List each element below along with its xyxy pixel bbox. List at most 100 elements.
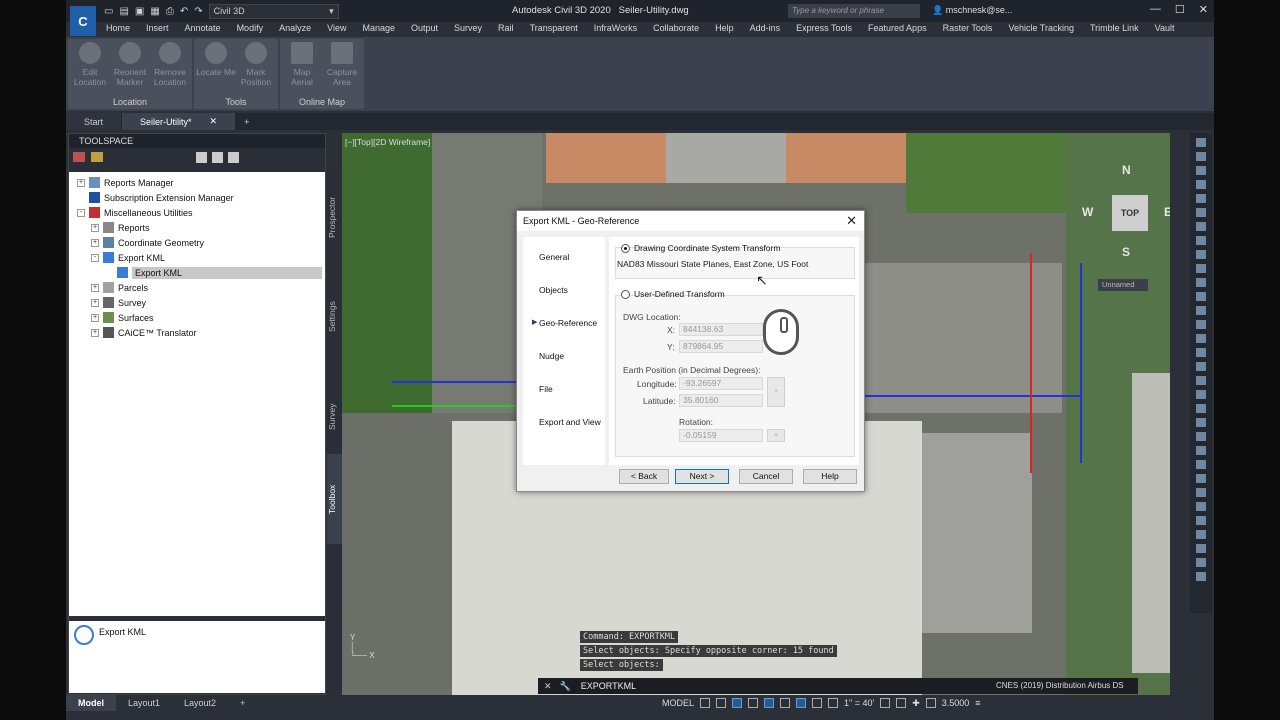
model-space-toggle[interactable]: MODEL: [662, 698, 694, 708]
toolspace-option-icon[interactable]: [196, 151, 207, 163]
nav-export-and-view[interactable]: Export and View: [539, 417, 601, 427]
ribbon-tab-survey[interactable]: Survey: [446, 22, 490, 36]
mark-position-button[interactable]: Mark Position: [236, 42, 276, 87]
customize-icon[interactable]: 🔧: [560, 681, 571, 692]
palette-tool-icon[interactable]: [1196, 250, 1206, 259]
remove-location-button[interactable]: Remove Location: [150, 42, 190, 87]
ribbon-tab-express-tools[interactable]: Express Tools: [788, 22, 860, 36]
pick-rotation-button[interactable]: +: [767, 429, 785, 442]
ribbon-tab-trimble-link[interactable]: Trimble Link: [1082, 22, 1147, 36]
ribbon-tab-featured-apps[interactable]: Featured Apps: [860, 22, 935, 36]
expand-icon[interactable]: +: [91, 313, 99, 322]
ribbon-tab-vehicle-tracking[interactable]: Vehicle Tracking: [1000, 22, 1082, 36]
locate-me-button[interactable]: Locate Me: [196, 42, 236, 87]
palette-tool-icon[interactable]: [1196, 208, 1206, 217]
tree-item[interactable]: + Coordinate Geometry: [69, 235, 325, 250]
palette-tool-icon[interactable]: [1196, 516, 1206, 525]
ribbon-tab-modify[interactable]: Modify: [229, 22, 272, 36]
palette-tool-icon[interactable]: [1196, 376, 1206, 385]
ribbon-tab-home[interactable]: Home: [98, 22, 138, 36]
nav-general[interactable]: General: [539, 252, 569, 262]
snap-icon[interactable]: [716, 698, 727, 708]
user-account[interactable]: 👤 mschnesk@se...: [932, 5, 1012, 16]
viewport-controls[interactable]: [−][Top][2D Wireframe]: [345, 137, 430, 147]
lineweight-icon[interactable]: [796, 698, 807, 708]
palette-tool-icon[interactable]: [1196, 432, 1206, 441]
expand-icon[interactable]: +: [91, 238, 99, 247]
help-button[interactable]: Help: [803, 469, 857, 484]
ribbon-tab-infraworks[interactable]: InfraWorks: [586, 22, 645, 36]
compass-south[interactable]: S: [1122, 245, 1130, 259]
new-tab-button[interactable]: +: [236, 113, 257, 130]
settings-icon[interactable]: [896, 698, 907, 708]
side-tab-survey[interactable]: Survey: [327, 372, 343, 462]
nav-file[interactable]: File: [539, 384, 553, 394]
toolspace-edit-icon[interactable]: [91, 152, 103, 162]
palette-tool-icon[interactable]: [1196, 558, 1206, 567]
palette-tool-icon[interactable]: [1196, 320, 1206, 329]
save-icon[interactable]: ▣: [135, 6, 144, 17]
cancel-button[interactable]: Cancel: [739, 469, 793, 484]
ribbon-tab-vault[interactable]: Vault: [1147, 22, 1183, 36]
nav-geo-reference[interactable]: Geo-Reference: [532, 318, 597, 328]
tab-start[interactable]: Start: [66, 113, 122, 130]
add-layout-button[interactable]: +: [228, 695, 257, 711]
transparency-icon[interactable]: [812, 698, 823, 708]
expand-icon[interactable]: +: [91, 283, 99, 292]
otrack-icon[interactable]: [780, 698, 791, 708]
viewcube-top[interactable]: TOP: [1112, 195, 1148, 231]
viewcube[interactable]: N W E S TOP: [1082, 163, 1172, 259]
expand-icon[interactable]: +: [91, 328, 99, 337]
palette-tool-icon[interactable]: [1196, 404, 1206, 413]
edit-location-button[interactable]: Edit Location: [70, 42, 110, 87]
palette-tool-icon[interactable]: [1196, 222, 1206, 231]
expand-icon[interactable]: +: [91, 298, 99, 307]
tree-item[interactable]: Export KML: [69, 265, 325, 280]
palette-tool-icon[interactable]: [1196, 334, 1206, 343]
ribbon-tab-add-ins[interactable]: Add-ins: [742, 22, 789, 36]
palette-tool-icon[interactable]: [1196, 362, 1206, 371]
close-tab-icon[interactable]: ✕: [210, 116, 218, 127]
dwg-x-field[interactable]: 844138.63: [679, 323, 763, 336]
tree-item[interactable]: - Miscellaneous Utilities: [69, 205, 325, 220]
compass-west[interactable]: W: [1082, 205, 1093, 219]
nav-nudge[interactable]: Nudge: [539, 351, 564, 361]
elevation-value[interactable]: 3.5000: [942, 698, 970, 708]
reorient-marker-button[interactable]: Reorient Marker: [110, 42, 150, 87]
longitude-field[interactable]: -93.26597: [679, 377, 763, 390]
plot-icon[interactable]: ⎙: [166, 6, 174, 17]
annotation-icon[interactable]: [828, 698, 839, 708]
nav-objects[interactable]: Objects: [539, 285, 568, 295]
minimize-icon[interactable]: —: [1150, 3, 1161, 16]
capture-area-button[interactable]: Capture Area: [322, 42, 362, 87]
ribbon-tab-raster-tools[interactable]: Raster Tools: [935, 22, 1001, 36]
ribbon-tab-analyze[interactable]: Analyze: [271, 22, 319, 36]
ribbon-tab-insert[interactable]: Insert: [138, 22, 177, 36]
palette-tool-icon[interactable]: [1196, 166, 1206, 175]
undo-icon[interactable]: ↶: [180, 6, 188, 17]
palette-tool-icon[interactable]: [1196, 348, 1206, 357]
palette-tool-icon[interactable]: [1196, 390, 1206, 399]
ortho-icon[interactable]: [732, 698, 743, 708]
annotation-scale[interactable]: 1" = 40': [844, 698, 874, 708]
pick-point-button[interactable]: +: [767, 377, 785, 407]
palette-tool-icon[interactable]: [1196, 418, 1206, 427]
polar-icon[interactable]: [748, 698, 759, 708]
next-button[interactable]: Next >: [675, 469, 729, 484]
tree-item[interactable]: + Parcels: [69, 280, 325, 295]
ribbon-tab-annotate[interactable]: Annotate: [177, 22, 229, 36]
palette-tool-icon[interactable]: [1196, 194, 1206, 203]
osnap-icon[interactable]: [764, 698, 775, 708]
tree-item[interactable]: + Surfaces: [69, 310, 325, 325]
palette-tool-icon[interactable]: [1196, 138, 1206, 147]
maximize-icon[interactable]: ☐: [1175, 3, 1185, 16]
tab-seiler-utility[interactable]: Seiler-Utility* ✕: [122, 113, 236, 130]
collapse-icon[interactable]: -: [77, 208, 85, 217]
close-icon[interactable]: ✕: [1199, 3, 1208, 16]
palette-tool-icon[interactable]: [1196, 502, 1206, 511]
palette-tool-icon[interactable]: [1196, 488, 1206, 497]
back-button[interactable]: < Back: [619, 469, 669, 484]
palette-tool-icon[interactable]: [1196, 292, 1206, 301]
ucs-menu[interactable]: Unnamed: [1098, 279, 1148, 291]
ribbon-tab-transparent[interactable]: Transparent: [522, 22, 586, 36]
